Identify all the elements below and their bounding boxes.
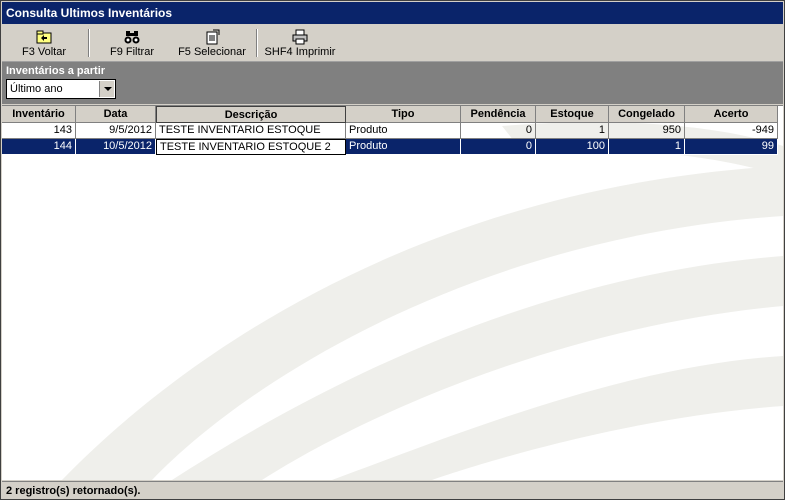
- toolbar: F3 Voltar F9 Filtrar F5 Selecionar SHF4 …: [2, 25, 783, 62]
- watermark-logo: [62, 122, 783, 480]
- cell-pendencia[interactable]: 0: [461, 123, 536, 139]
- filter-label: Inventários a partir: [6, 65, 106, 77]
- cell-descricao-focused[interactable]: TESTE INVENTARIO ESTOQUE 2: [156, 139, 346, 155]
- back-folder-icon: [36, 30, 52, 44]
- print-button[interactable]: SHF4 Imprimir: [264, 27, 336, 59]
- table-row-selected[interactable]: 144 10/5/2012 TESTE INVENTARIO ESTOQUE 2…: [2, 139, 778, 155]
- back-button[interactable]: F3 Voltar: [10, 27, 78, 59]
- select-doc-icon: [206, 29, 220, 45]
- cell-tipo[interactable]: Produto: [346, 139, 461, 155]
- column-header-estoque[interactable]: Estoque: [536, 106, 609, 123]
- filter-button[interactable]: F9 Filtrar: [100, 27, 164, 59]
- printer-icon: [292, 29, 308, 45]
- toolbar-separator: [256, 29, 258, 57]
- status-bar: 2 registro(s) retornado(s).: [2, 481, 783, 499]
- table-row[interactable]: 143 9/5/2012 TESTE INVENTARIO ESTOQUE Pr…: [2, 123, 778, 139]
- cell-estoque[interactable]: 100: [536, 139, 609, 155]
- cell-tipo[interactable]: Produto: [346, 123, 461, 139]
- column-header-congelado[interactable]: Congelado: [609, 106, 685, 123]
- column-header-acerto[interactable]: Acerto: [685, 106, 778, 123]
- main-window: Consulta Ultimos Inventários F3 Voltar F…: [0, 0, 785, 500]
- cell-congelado[interactable]: 1: [609, 139, 685, 155]
- grid-header: Inventário Data Descrição Tipo Pendência…: [2, 106, 778, 123]
- column-header-tipo[interactable]: Tipo: [346, 106, 461, 123]
- cell-acerto[interactable]: 99: [685, 139, 778, 155]
- cell-inventario[interactable]: 143: [2, 123, 76, 139]
- column-header-descricao[interactable]: Descrição: [156, 106, 346, 123]
- cell-data[interactable]: 9/5/2012: [76, 123, 156, 139]
- cell-inventario[interactable]: 144: [2, 139, 76, 155]
- cell-estoque[interactable]: 1: [536, 123, 609, 139]
- inventory-grid[interactable]: Inventário Data Descrição Tipo Pendência…: [2, 105, 783, 480]
- binoculars-icon: [124, 31, 140, 44]
- chevron-down-icon[interactable]: [99, 81, 114, 97]
- filter-panel: Inventários a partir Último ano: [2, 62, 783, 104]
- cell-data[interactable]: 10/5/2012: [76, 139, 156, 155]
- column-header-pendencia[interactable]: Pendência: [461, 106, 536, 123]
- column-header-inventario[interactable]: Inventário: [2, 106, 76, 123]
- cell-acerto[interactable]: -949: [685, 123, 778, 139]
- period-select-value: Último ano: [10, 83, 63, 95]
- cell-descricao[interactable]: TESTE INVENTARIO ESTOQUE: [156, 123, 346, 139]
- cell-pendencia[interactable]: 0: [461, 139, 536, 155]
- cell-congelado[interactable]: 950: [609, 123, 685, 139]
- toolbar-separator: [88, 29, 90, 57]
- window-title: Consulta Ultimos Inventários: [2, 2, 783, 24]
- column-header-data[interactable]: Data: [76, 106, 156, 123]
- select-button[interactable]: F5 Selecionar: [172, 27, 252, 59]
- period-select[interactable]: Último ano: [6, 79, 116, 99]
